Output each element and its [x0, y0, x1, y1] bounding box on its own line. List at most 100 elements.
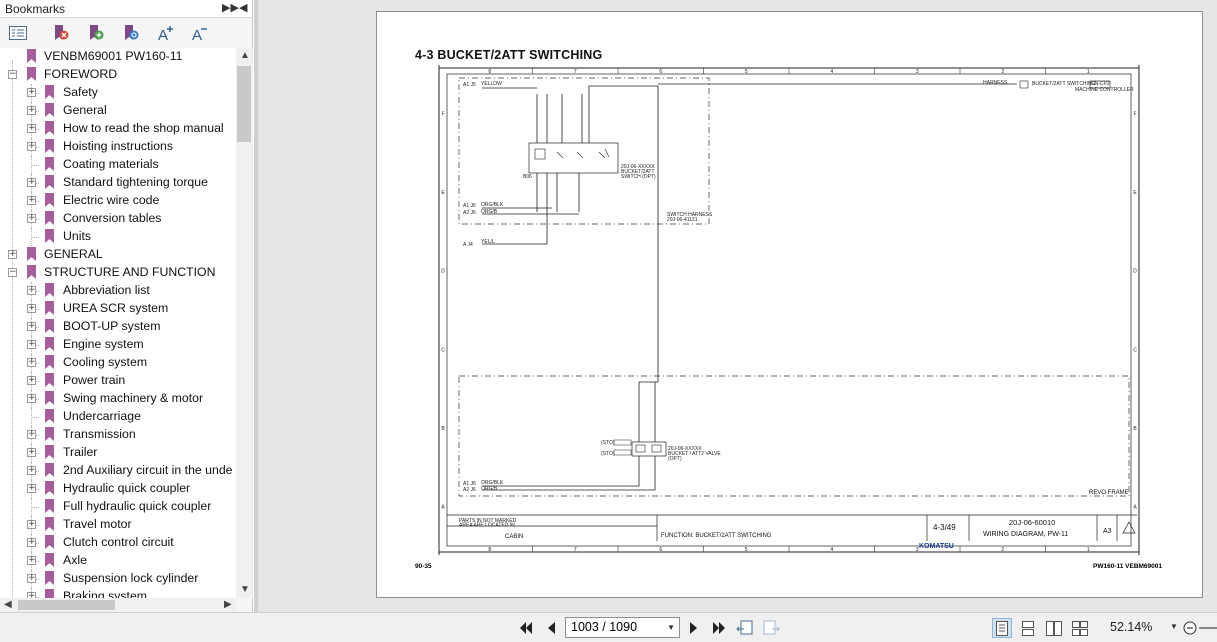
- row-letter: C: [1133, 347, 1137, 353]
- bookmark-item[interactable]: Undercarriage: [0, 408, 236, 426]
- expand-icon[interactable]: +: [8, 250, 17, 259]
- scroll-left-icon[interactable]: ◀: [4, 599, 12, 610]
- expand-icon[interactable]: +: [27, 430, 36, 439]
- svg-text:YEL/L: YEL/L: [481, 239, 495, 245]
- first-page-icon[interactable]: [516, 618, 536, 638]
- expand-icon[interactable]: +: [27, 394, 36, 403]
- vertical-scroll-thumb[interactable]: [237, 66, 251, 142]
- continuous-view-icon[interactable]: [1018, 618, 1038, 638]
- expand-icon[interactable]: +: [27, 304, 36, 313]
- bookmark-item[interactable]: +2nd Auxiliary circuit in the unde: [0, 462, 236, 480]
- expand-icon[interactable]: +: [27, 106, 36, 115]
- expand-icon[interactable]: +: [27, 520, 36, 529]
- bookmark-item[interactable]: + Suspension lock cylinder: [0, 570, 236, 588]
- next-page-icon[interactable]: [684, 618, 704, 638]
- bookmark-icon: [27, 247, 36, 261]
- expand-icon[interactable]: +: [27, 466, 36, 475]
- svg-text:HARNESS: HARNESS: [983, 80, 1008, 86]
- bookmark-item[interactable]: Units: [0, 228, 236, 246]
- expand-icon[interactable]: +: [27, 178, 36, 187]
- horizontal-scroll-thumb[interactable]: [18, 600, 115, 610]
- svg-text:A1 J6: A1 J6: [463, 203, 476, 209]
- drawing-title: WIRING DIAGRAM, PW-11: [983, 531, 1068, 538]
- continuous-facing-view-icon[interactable]: [1070, 618, 1090, 638]
- bookmark-item[interactable]: + Swing machinery & motor: [0, 390, 236, 408]
- bookmark-item[interactable]: + Power train: [0, 372, 236, 390]
- single-page-view-icon[interactable]: [992, 618, 1012, 638]
- bookmark-item[interactable]: + UREA SCR system: [0, 300, 236, 318]
- bookmark-item[interactable]: + General: [0, 102, 236, 120]
- collapse-icon[interactable]: −: [8, 70, 17, 79]
- bookmark-item[interactable]: + Safety: [0, 84, 236, 102]
- bookmark-item[interactable]: + Clutch control circuit: [0, 534, 236, 552]
- bookmark-item[interactable]: + Conversion tables: [0, 210, 236, 228]
- bookmark-item[interactable]: + BOOT-UP system: [0, 318, 236, 336]
- bookmark-icon: [27, 67, 36, 81]
- expand-icon[interactable]: +: [27, 574, 36, 583]
- expand-icon[interactable]: +: [27, 448, 36, 457]
- page-dropdown-icon[interactable]: ▼: [667, 618, 675, 637]
- find-bookmark-icon[interactable]: [121, 24, 141, 42]
- bookmark-item[interactable]: + Transmission: [0, 426, 236, 444]
- bookmark-item[interactable]: + Cooling system: [0, 354, 236, 372]
- expand-icon[interactable]: +: [27, 196, 36, 205]
- bookmark-label: Engine system: [63, 337, 144, 351]
- page-number-input[interactable]: 1003 / 1090 ▼: [565, 617, 680, 638]
- zoom-slider[interactable]: [1199, 618, 1217, 638]
- bookmark-item[interactable]: + GENERAL: [0, 246, 236, 264]
- bookmark-label: Coating materials: [63, 157, 159, 171]
- bookmark-item[interactable]: + Engine system: [0, 336, 236, 354]
- last-page-icon[interactable]: [709, 618, 729, 638]
- collapse-panel-icon[interactable]: ◀: [239, 1, 247, 14]
- bookmark-item[interactable]: VENBM69001 PW160-11: [0, 48, 236, 66]
- expand-icon[interactable]: +: [27, 484, 36, 493]
- bookmark-item[interactable]: + Hydraulic quick coupler: [0, 480, 236, 498]
- next-view-icon[interactable]: [761, 618, 781, 638]
- expand-panel-icon[interactable]: ▶▶: [222, 1, 239, 14]
- add-bookmark-icon[interactable]: [86, 24, 106, 42]
- expand-icon[interactable]: +: [27, 556, 36, 565]
- bookmark-item[interactable]: + Braking system: [0, 588, 236, 598]
- previous-view-icon[interactable]: [735, 618, 755, 638]
- previous-page-icon[interactable]: [541, 618, 561, 638]
- expand-icon[interactable]: +: [27, 124, 36, 133]
- bookmark-icon: [45, 535, 54, 549]
- scroll-down-icon[interactable]: ▼: [240, 584, 250, 595]
- collapse-icon[interactable]: −: [8, 268, 17, 277]
- expand-icon[interactable]: +: [27, 88, 36, 97]
- expand-icon[interactable]: +: [27, 376, 36, 385]
- bookmark-item[interactable]: − FOREWORD: [0, 66, 236, 84]
- scroll-right-icon[interactable]: ▶: [224, 599, 232, 610]
- bookmark-item[interactable]: + Trailer: [0, 444, 236, 462]
- bookmark-item[interactable]: + Standard tightening torque: [0, 174, 236, 192]
- expand-icon[interactable]: +: [27, 322, 36, 331]
- bookmark-item[interactable]: − STRUCTURE AND FUNCTION: [0, 264, 236, 282]
- bookmark-item[interactable]: + Electric wire code: [0, 192, 236, 210]
- expand-icon[interactable]: +: [27, 286, 36, 295]
- enlarge-text-icon[interactable]: A: [156, 24, 176, 42]
- zoom-out-icon[interactable]: [1180, 618, 1200, 638]
- expand-icon[interactable]: +: [27, 538, 36, 547]
- column-number: 5: [745, 547, 748, 553]
- bookmark-item[interactable]: Coating materials: [0, 156, 236, 174]
- expand-icon[interactable]: +: [27, 214, 36, 223]
- expand-icon[interactable]: +: [27, 340, 36, 349]
- bookmark-icon: [45, 499, 54, 513]
- facing-view-icon[interactable]: [1044, 618, 1064, 638]
- expand-icon[interactable]: +: [27, 142, 36, 151]
- bookmark-options-icon[interactable]: [8, 24, 28, 42]
- zoom-level[interactable]: 52.14%: [1110, 620, 1152, 634]
- bookmark-item[interactable]: + Hoisting instructions: [0, 138, 236, 156]
- zoom-dropdown-icon[interactable]: ▼: [1170, 622, 1178, 631]
- bookmark-item[interactable]: + How to read the shop manual: [0, 120, 236, 138]
- bookmark-item[interactable]: + Travel motor: [0, 516, 236, 534]
- bookmark-label: Swing machinery & motor: [63, 391, 204, 405]
- expand-icon[interactable]: +: [27, 358, 36, 367]
- delete-bookmark-icon[interactable]: [51, 24, 71, 42]
- bookmark-item[interactable]: + Abbreviation list: [0, 282, 236, 300]
- row-letter: E: [441, 190, 445, 196]
- shrink-text-icon[interactable]: A: [190, 24, 210, 42]
- scroll-up-icon[interactable]: ▲: [240, 50, 250, 61]
- bookmark-item[interactable]: Full hydraulic quick coupler: [0, 498, 236, 516]
- bookmark-item[interactable]: + Axle: [0, 552, 236, 570]
